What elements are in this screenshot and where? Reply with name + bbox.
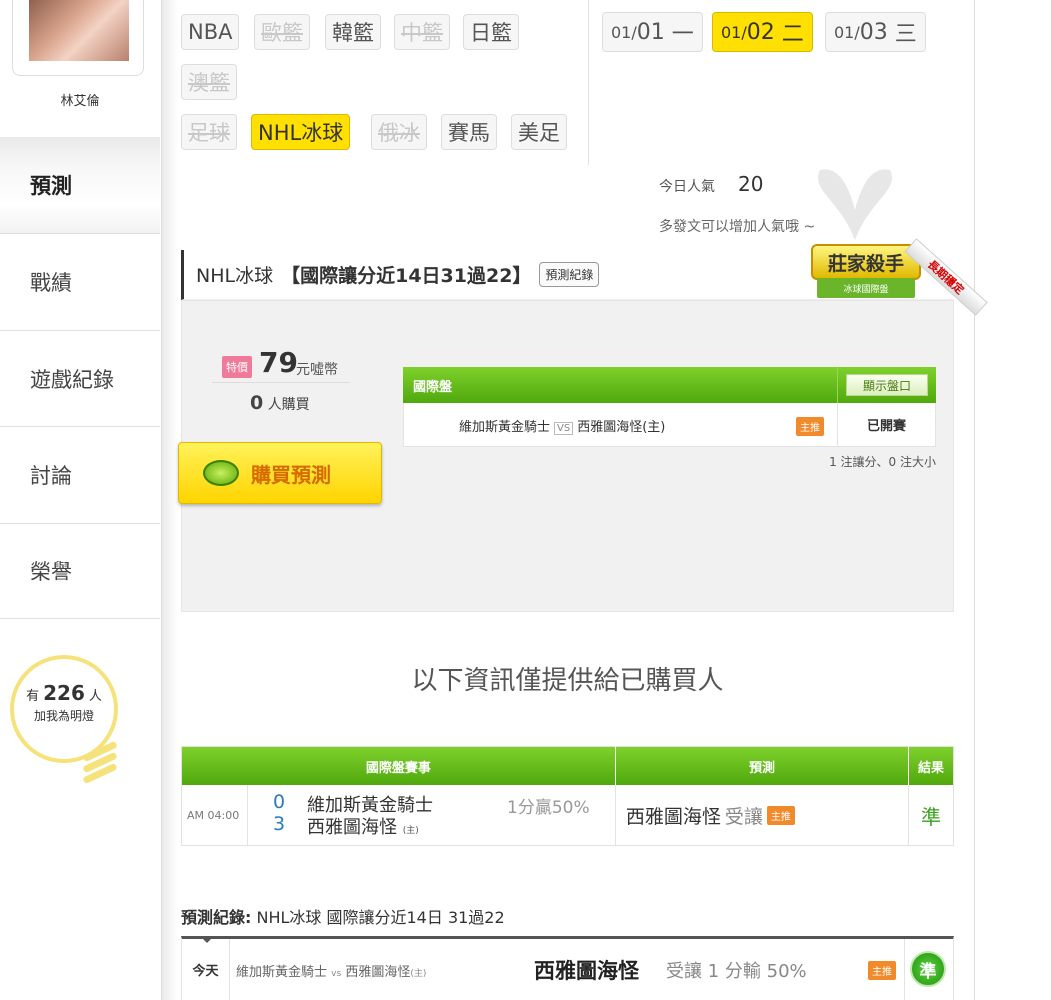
buy-prediction-label: 購買預測 [251,462,331,487]
badge-sub: 冰球國際盤 [817,278,915,298]
log-row[interactable]: 今天 維加斯黃金騎士 vs 西雅圖海怪(主) 西雅圖海怪 受讓 1 分輸 50%… [181,936,954,1000]
avatar[interactable] [12,0,144,76]
sport-tab-china-basketball: 中籃 [394,14,450,50]
header-result: 結果 [918,760,945,776]
match-cell: AM 04:00 0 3 維加斯黃金騎士 西雅圖海怪 (主) 1分贏50% [182,785,616,845]
header-match: 國際盤賽事 [182,747,616,785]
header-prediction: 預測 [616,747,910,785]
correct-icon: 準 [910,951,946,987]
log-home: 西雅圖海怪 [345,965,411,980]
log-condition: 受讓 1 分輸 50% [666,961,807,982]
sport-tab-horse-racing[interactable]: 賽馬 [441,114,497,150]
prediction-log-title: 預測紀錄: NHL冰球 國際讓分近14日 31過22 [181,904,505,928]
sidebar-item-honor[interactable]: 榮譽 [0,523,160,619]
home-team: 西雅圖海怪(主) [577,420,666,435]
table-row: AM 04:00 0 3 維加斯黃金騎士 西雅圖海怪 (主) 1分贏50% 西雅… [182,785,953,845]
sidebar: 林艾倫 預測 戰績 遊戲紀錄 討論 榮譽 有 226 人 加我為明燈 [0,0,162,1000]
log-pick: 西雅圖海怪 [534,959,639,983]
special-price-badge: 特價 [222,356,252,378]
buyers-label: 人購買 [267,397,310,413]
match-status: 已開賽 [837,403,935,446]
price-value: 79 [259,346,298,379]
avatar-image [29,0,129,61]
away-team: 維加斯黃金騎士 [459,420,551,435]
show-odds-button[interactable]: 顯示盤口 [846,374,928,396]
host-pick-badge: 主推 [868,961,896,980]
lamp-suffix: 人 [88,689,102,704]
date-tab-0102[interactable]: 01/02 二 [712,12,813,52]
sport-tab-korea-basketball[interactable]: 韓籃 [325,14,381,50]
butterfly-decoration-icon [818,169,892,240]
pick-type: 受讓 [724,805,763,828]
bulb-icon [82,740,118,790]
home-team-wrap: 西雅圖海怪 (主) [307,813,419,839]
sidebar-item-record[interactable]: 戰績 [0,233,160,329]
result-table: 國際盤賽事 預測 結果 AM 04:00 0 3 維加斯黃金騎士 西雅圖海怪 (… [181,746,954,846]
host-pick-badge: 主推 [796,417,824,436]
buyers-info: 0 人購買 [250,392,310,414]
prediction-sport: NHL冰球 [196,265,274,287]
home-score: 3 [273,813,286,835]
popularity-label: 今日人氣 [659,179,715,195]
buy-prediction-button[interactable]: 購買預測 [178,442,382,504]
sport-tab-russia-hockey: 俄冰 [371,114,427,150]
price-divider [212,382,350,383]
log-label: 預測紀錄: [181,908,252,927]
result-table-header: 國際盤賽事 預測 結果 [182,747,953,785]
bet-count-note: 1 注讓分、0 注大小 [829,455,936,469]
prediction-record-button[interactable]: 預測紀錄 [539,262,600,287]
log-away: 維加斯黃金騎士 [236,965,328,980]
market-table: 國際盤 顯示盤口 維加斯黃金騎士 VS 西雅圖海怪(主) 主推 已開賽 1 注讓分、… [403,367,936,470]
sport-tab-nba[interactable]: NBA [181,14,240,50]
popularity-count: 20 [738,172,764,196]
bookie-killer-badge: 莊家殺手 冰球國際盤 [811,244,921,306]
log-title-text: NHL冰球 國際讓分近14日 31過22 [256,908,505,927]
log-home-mark: (主) [410,969,427,979]
handicap: 1分贏50% [507,798,590,818]
price-unit: 元噓幣 [296,362,338,378]
sport-tab-euro-basketball: 歐籃 [254,14,310,50]
filter-divider [588,0,589,165]
pick-team: 西雅圖海怪 [625,805,721,828]
sport-tab-japan-basketball[interactable]: 日籃 [463,14,519,50]
sport-tab-soccer: 足球 [181,114,237,150]
market-table-header: 國際盤 顯示盤口 [403,367,936,403]
lamp-count: 226 [43,681,85,705]
market-teams: 維加斯黃金騎士 VS 西雅圖海怪(主) [459,416,665,435]
result-cell: 準 [921,804,942,829]
match-time: AM 04:00 [187,809,240,822]
sport-tab-aus-basketball: 澳籃 [181,64,237,100]
content-border [974,0,975,1000]
log-vs: vs [331,969,342,979]
sport-tab-nhl[interactable]: NHL冰球 [251,114,351,150]
log-match: 維加斯黃金騎士 vs 西雅圖海怪(主) [236,961,426,980]
market-row: 維加斯黃金騎士 VS 西雅圖海怪(主) 主推 已開賽 [403,403,936,447]
away-score: 0 [273,791,286,813]
username[interactable]: 林艾倫 [0,90,160,109]
sport-tab-american-football[interactable]: 美足 [511,114,567,150]
sidebar-item-game-log[interactable]: 遊戲紀錄 [0,330,160,426]
date-tab-0103[interactable]: 01/03 三 [825,12,926,52]
lamp-prefix: 有 [26,689,40,704]
prediction-cell: 西雅圖海怪 受讓 主推 [616,785,910,845]
sidebar-shadow [160,0,178,1000]
sidebar-item-predict[interactable]: 預測 [0,137,160,233]
popularity-hint: 多發文可以增加人氣哦 ~ [659,219,816,235]
home-mark: (主) [402,826,419,836]
coin-icon [203,460,239,486]
buyers-count: 0 [250,392,264,414]
vs-icon: VS [554,422,574,435]
host-pick-badge: 主推 [766,805,795,825]
log-day: 今天 [182,939,230,1000]
market-header-label: 國際盤 [413,379,453,395]
prediction-title: 【國際讓分近14日31過22】 [281,265,532,287]
home-team: 西雅圖海怪 [307,817,397,838]
sidebar-item-discussion[interactable]: 討論 [0,426,160,522]
lamp-caption: 加我為明燈 [33,709,94,723]
date-tab-0101[interactable]: 01/01 一 [602,12,703,52]
purchased-notice: 以下資訊僅提供給已購買人 [411,666,724,696]
